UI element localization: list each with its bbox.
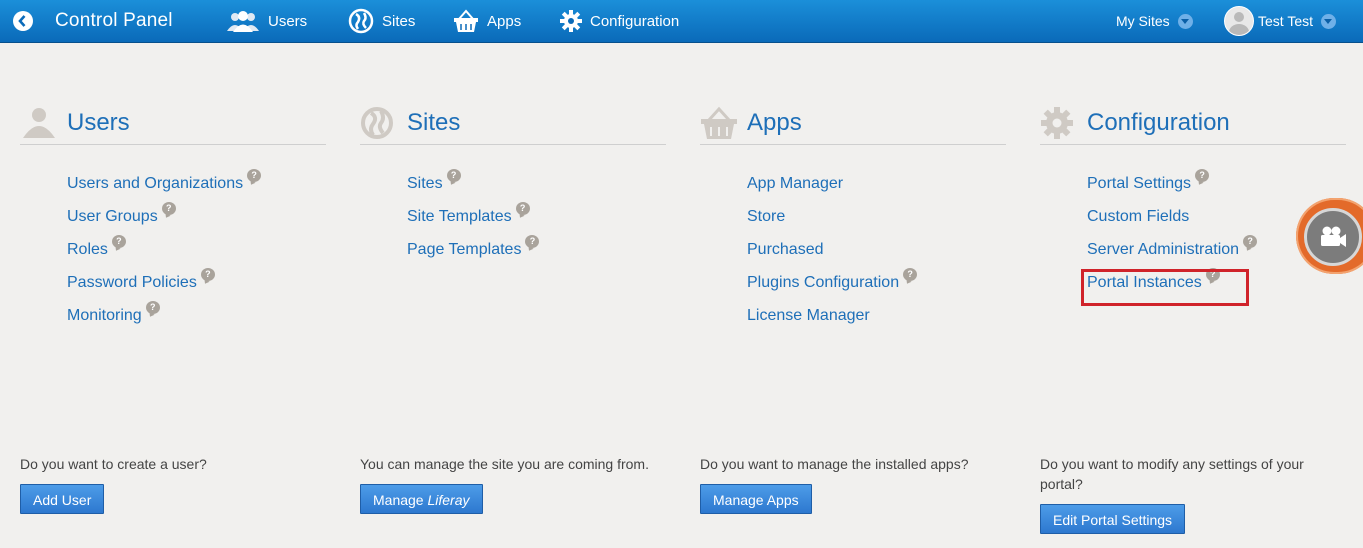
section-header: Apps [700,100,1006,145]
help-icon[interactable]: ? [446,169,461,182]
top-navigation-bar: Control Panel Users Sites Apps Configura… [0,0,1363,43]
link-purchased[interactable]: Purchased [747,241,917,274]
user-menu[interactable]: Test Test [1224,0,1336,42]
highlight-box [1081,269,1249,306]
users-icon [227,11,259,32]
link-monitoring[interactable]: Monitoring? [67,301,261,340]
help-icon[interactable]: ? [161,202,176,215]
video-camera-icon [1304,208,1362,266]
basket-icon [454,9,478,32]
help-icon[interactable]: ? [525,235,540,248]
control-panel-title[interactable]: Control Panel [55,10,173,32]
manage-apps-button[interactable]: Manage Apps [700,484,812,514]
nav-apps-label: Apps [487,12,522,30]
user-name: Test Test [1258,13,1313,29]
nav-configuration-label: Configuration [590,12,680,30]
users-links: Users and Organizations? User Groups? Ro… [67,169,262,340]
help-icon[interactable]: ? [200,268,215,281]
apps-section: Apps App Manager Store Purchased Plugins… [700,100,1006,324]
gear-icon [560,10,582,32]
configuration-prompt: Do you want to modify any settings of yo… [1040,456,1304,492]
configuration-section: Configuration Portal Settings? Custom Fi… [1040,100,1346,291]
link-license-manager[interactable]: License Manager [747,307,917,340]
link-app-manager[interactable]: App Manager [747,175,917,208]
help-icon[interactable]: ? [1243,235,1258,248]
users-icon [23,108,55,138]
section-title: Users [67,109,130,136]
nav-sites-label: Sites [382,12,416,30]
manage-liferay-button[interactable]: Manage Liferay [360,484,483,514]
my-sites-label: My Sites [1116,13,1170,29]
chevron-down-icon [1321,13,1336,29]
users-section: Users Users and Organizations? User Grou… [20,100,326,324]
help-icon[interactable]: ? [111,235,126,248]
link-password-policies[interactable]: Password Policies? [67,268,261,307]
section-title: Sites [407,109,461,136]
gear-icon [1041,107,1073,139]
section-header: Sites [360,100,666,145]
sites-prompt: You can manage the site you are coming f… [360,456,649,472]
add-user-button[interactable]: Add User [20,484,105,514]
back-icon[interactable] [13,11,33,31]
link-user-groups[interactable]: User Groups? [67,202,261,241]
help-icon[interactable]: ? [903,268,918,281]
link-page-templates[interactable]: Page Templates? [407,235,540,274]
sites-links: Sites? Site Templates? Page Templates? [407,169,540,274]
link-site-templates[interactable]: Site Templates? [407,202,539,241]
avatar [1224,6,1254,36]
link-store[interactable]: Store [747,208,917,241]
basket-icon [701,106,737,139]
apps-links: App Manager Store Purchased Plugins Conf… [747,175,918,340]
globe-icon [361,107,393,139]
my-sites-menu[interactable]: My Sites [1116,0,1193,42]
nav-users[interactable]: Users [226,0,307,42]
section-header: Users [20,100,326,145]
globe-icon [348,8,374,34]
help-icon[interactable]: ? [145,301,160,314]
video-widget[interactable] [1296,198,1363,274]
help-icon[interactable]: ? [1195,169,1210,182]
help-icon[interactable]: ? [515,202,530,215]
help-icon[interactable]: ? [247,169,262,182]
section-title: Configuration [1087,109,1230,136]
sites-section: Sites Sites? Site Templates? Page Templa… [360,100,666,258]
apps-prompt: Do you want to manage the installed apps… [700,456,969,472]
nav-configuration[interactable]: Configuration [560,0,679,42]
section-title: Apps [747,109,802,136]
link-plugins-configuration[interactable]: Plugins Configuration? [747,268,918,307]
users-prompt: Do you want to create a user? [20,456,207,472]
nav-users-label: Users [268,12,308,30]
link-custom-fields[interactable]: Custom Fields [1087,208,1257,241]
section-header: Configuration [1040,100,1346,145]
edit-portal-settings-button[interactable]: Edit Portal Settings [1040,504,1186,534]
link-roles[interactable]: Roles? [67,235,261,274]
nav-apps[interactable]: Apps [453,0,521,42]
link-portal-settings[interactable]: Portal Settings? [1087,169,1257,208]
chevron-down-icon [1177,13,1193,29]
nav-sites[interactable]: Sites [348,0,415,42]
